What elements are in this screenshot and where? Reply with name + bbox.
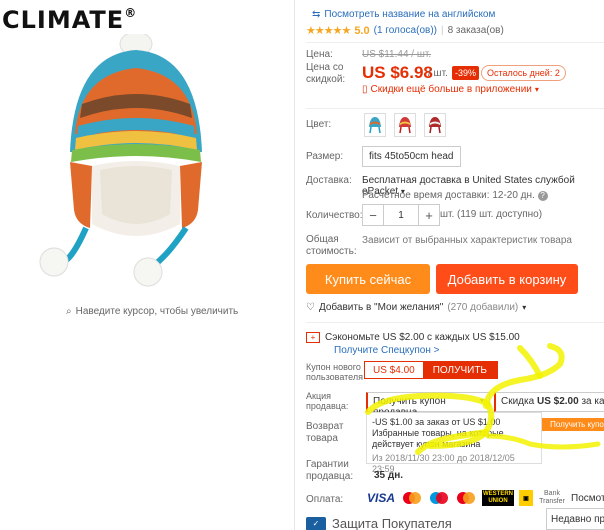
hat-thumbnail-icon — [399, 117, 411, 134]
days-left-badge: Осталось дней: 2 — [481, 65, 566, 81]
zoom-hint: ⌕ Наведите курсор, чтобы увеличить — [66, 306, 238, 317]
divider: | — [440, 25, 444, 36]
payment-methods: VISA WESTERN UNION ▣ Bank Transfer Посмо… — [366, 490, 604, 506]
wishlist-link[interactable]: ♡ Добавить в "Мои желания" (270 добавили… — [306, 302, 526, 313]
chevron-down-icon: ▾ — [522, 303, 527, 312]
popup-coupon-description: Избранные товары, на которые действует к… — [372, 428, 504, 449]
return-label: Возврат товара — [306, 421, 344, 444]
payment-label: Оплата: — [306, 494, 344, 505]
buy-now-button[interactable]: Купить сейчас — [306, 264, 430, 294]
size-label: Размер: — [306, 151, 344, 162]
visa-icon: VISA — [366, 491, 395, 505]
wishlist-text[interactable]: Добавить в "Мои желания" — [319, 302, 443, 313]
discount-price-label: Цена со скидкой: — [306, 62, 346, 85]
price-label: Цена: — [306, 49, 333, 60]
wallet-icon: ▣ — [519, 490, 533, 506]
product-image[interactable] — [30, 34, 230, 294]
seller-coupon-popup: -US $1.00 за заказ от US $1.00 Избранные… — [366, 412, 542, 474]
votes-link[interactable]: (1 голоса(ов)) — [374, 25, 437, 36]
buyer-protection-title: Защита Покупателя — [332, 516, 452, 530]
discount-suffix: за кажды — [581, 396, 604, 407]
price-unit: / шт. — [428, 68, 448, 79]
quantity-label: Количество: — [306, 210, 363, 221]
size-option[interactable]: fits 45to50cm head — [362, 146, 461, 167]
shipping-time-text: Расчётное время доставки: 12-20 дн. — [362, 190, 535, 201]
column-divider — [294, 0, 295, 530]
hat-thumbnail-icon — [429, 117, 441, 134]
get-special-coupon-link[interactable]: Получите Спецкупон > — [334, 345, 440, 356]
quantity-plus-button[interactable]: + — [419, 205, 439, 225]
gift-icon: + — [306, 332, 320, 343]
maestro-icon — [428, 490, 450, 506]
discount-badge: -39% — [452, 66, 480, 80]
color-option-1[interactable] — [364, 113, 386, 137]
discount-coupon: Скидка US $2.00 за кажды — [494, 392, 604, 412]
shipping-time: Расчётное время доставки: 12-20 дн. ? — [362, 190, 548, 201]
brand-logo: CLIMATE® — [2, 6, 138, 34]
product-page: CLIMATE® ⌕ Наведите курсор, чтобы увелич… — [0, 0, 604, 530]
quantity-input[interactable]: 1 — [383, 205, 419, 225]
color-option-2[interactable] — [394, 113, 416, 137]
quantity-minus-button[interactable]: − — [363, 205, 383, 225]
total-note: Зависит от выбранных характеристик товар… — [362, 235, 572, 246]
new-user-coupon: US $4.00 ПОЛУЧИТЬ — [364, 361, 498, 379]
star-rating-icon: ★★★★★ — [306, 25, 351, 37]
coupon-amount: US $4.00 — [365, 362, 423, 378]
divider — [306, 108, 604, 109]
shield-icon: ✓ — [306, 516, 326, 530]
mastercard-icon — [401, 490, 423, 506]
chevron-down-icon: ▾ — [534, 85, 539, 94]
savings-text: Сэкономьте US $2.00 с каждых US $15.00 — [325, 332, 520, 343]
guarantee-value: 35 дн. — [374, 470, 404, 481]
popup-coupon-condition: -US $1.00 за заказ от US $1.00 — [372, 417, 501, 427]
get-coupon-button[interactable]: ПОЛУЧИТЬ — [422, 362, 497, 378]
orders-count: 8 заказа(ов) — [447, 25, 504, 36]
guarantee-label: Гарантии продавца: — [306, 459, 354, 482]
zoom-hint-text: Наведите курсор, чтобы увеличить — [75, 306, 239, 317]
rating-row: ★★★★★ 5.0 (1 голоса(ов)) | 8 заказа(ов) — [306, 24, 504, 38]
color-label: Цвет: — [306, 119, 332, 130]
old-price: US $11.44 / шт. — [362, 49, 432, 60]
hat-thumbnail-icon — [369, 117, 381, 134]
total-label: Общая стоимость: — [306, 234, 357, 257]
discount-prefix: Скидка — [501, 396, 535, 407]
card-icon — [455, 490, 477, 506]
shipping-label: Доставка: — [306, 175, 352, 186]
magnifier-icon: ⌕ — [66, 306, 72, 317]
new-user-coupon-label: Купон нового пользователя — [306, 362, 363, 382]
add-to-cart-button[interactable]: Добавить в корзину — [436, 264, 578, 294]
chevron-down-icon: ▾ — [479, 396, 484, 405]
savings-row: + Сэкономьте US $2.00 с каждых US $15.00 — [306, 332, 520, 343]
app-discount-link[interactable]: ▯ Скидки ещё больше в приложении ▾ — [362, 84, 539, 95]
divider — [306, 42, 604, 43]
seller-promo-label: Акция продавца: — [306, 391, 349, 411]
more-payment-link[interactable]: Посмотр — [571, 490, 604, 506]
wishlist-count: (270 добавили) — [447, 302, 519, 313]
color-option-3[interactable] — [424, 113, 446, 137]
app-discount-text[interactable]: Скидки ещё больше в приложении — [371, 84, 532, 95]
seller-coupon-dropdown[interactable]: Получить купон продавца ▾ — [366, 392, 490, 418]
bank-transfer-icon: Bank Transfer — [539, 490, 565, 505]
western-union-icon: WESTERN UNION — [482, 490, 514, 506]
translate-icon: ⇆ — [312, 9, 321, 20]
current-price: US $6.98 — [362, 63, 433, 82]
help-icon[interactable]: ? — [537, 191, 548, 201]
recently-viewed-tab[interactable]: Недавно про — [546, 508, 604, 530]
buyer-protection: ✓ Защита Покупателя — [306, 516, 452, 530]
quantity-stepper[interactable]: − 1 + — [362, 204, 440, 226]
phone-icon: ▯ — [362, 84, 368, 95]
quantity-note: шт. (119 шт. доступно) — [440, 209, 543, 220]
discount-amount: US $2.00 — [536, 396, 579, 407]
heart-icon: ♡ — [306, 302, 315, 313]
translate-link-text[interactable]: Посмотреть название на английском — [324, 9, 495, 20]
translate-link[interactable]: ⇆ Посмотреть название на английском — [312, 9, 495, 20]
get-seller-coupon-button[interactable]: Получить купо — [542, 418, 604, 431]
divider — [306, 322, 604, 323]
rating-score: 5.0 — [354, 24, 370, 37]
